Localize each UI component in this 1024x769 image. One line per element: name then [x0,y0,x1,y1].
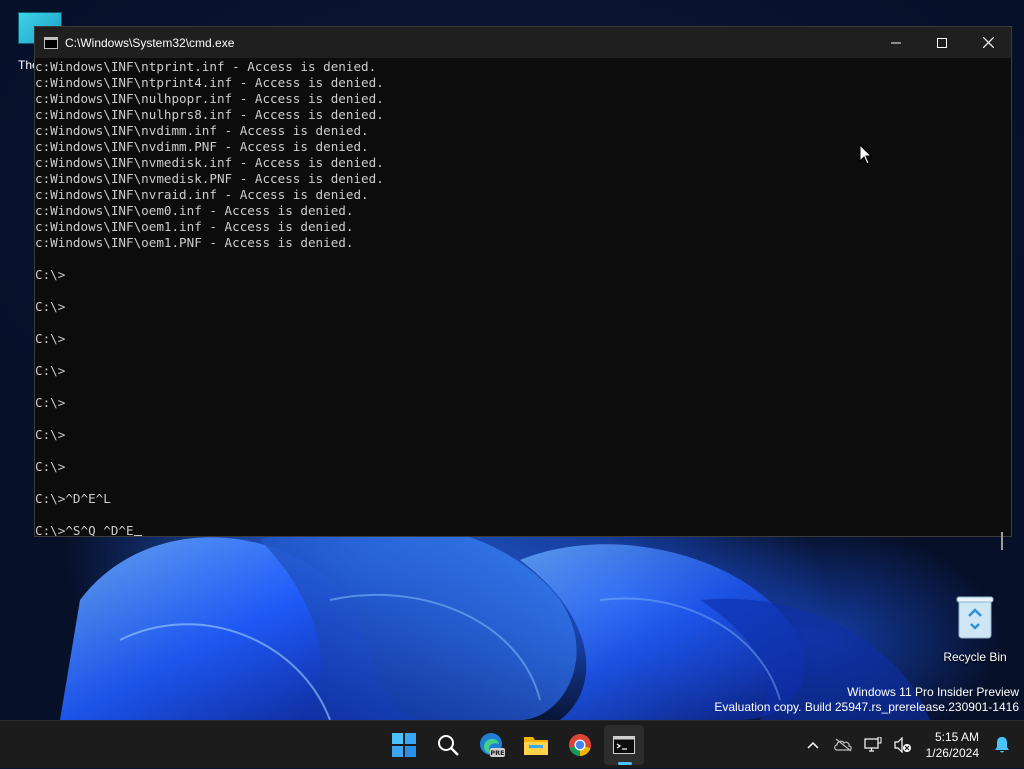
terminal-line: C:\> [35,363,66,378]
edge-pre-badge: PRE [490,749,504,757]
watermark-line-2: Evaluation copy. Build 25947.rs_prerelea… [714,700,1019,714]
windows-watermark: Windows 11 Pro Insider Preview Evaluatio… [714,685,1019,715]
terminal-scrollbar[interactable] [993,58,1011,550]
terminal-line: c:Windows\INF\nvdimm.inf - Access is den… [35,123,369,138]
terminal-input-line[interactable]: C:\>^S^Q ^D^E [35,523,993,536]
terminal-line: c:Windows\INF\nulhprs8.inf - Access is d… [35,107,384,122]
cmd-titlebar[interactable]: C:\Windows\System32\cmd.exe [35,27,1011,58]
cloud-offline-icon [833,738,852,752]
terminal-line: C:\> [35,267,66,282]
terminal-line: c:Windows\INF\oem1.PNF - Access is denie… [35,235,354,250]
taskbar-edge-pre[interactable]: PRE [470,721,514,769]
cmd-window[interactable]: C:\Windows\System32\cmd.exe c:Windows\IN… [34,26,1012,550]
recycle-bin-label: Recycle Bin [943,650,1007,664]
system-tray: 5:15 AM 1/26/2024 [798,721,1024,769]
terminal-line: c:Windows\INF\ntprint.inf - Access is de… [35,59,377,74]
chrome-icon [569,734,591,756]
close-icon [982,37,994,48]
recycle-bin[interactable]: Recycle Bin [940,594,1010,664]
terminal-line: C:\> [35,459,66,474]
terminal-line: c:Windows\INF\ntprint4.inf - Access is d… [35,75,384,90]
mouse-pointer-icon [859,144,873,165]
maximize-icon [937,37,947,48]
terminal-line: c:Windows\INF\nulhpopr.inf - Access is d… [35,91,384,106]
terminal-line: C:\> [35,427,66,442]
terminal-line: c:Windows\INF\nvmedisk.inf - Access is d… [35,155,384,170]
terminal-line: c:Windows\INF\oem1.inf - Access is denie… [35,219,354,234]
cmd-window-title: C:\Windows\System32\cmd.exe [65,35,235,50]
cmd-terminal-icon [613,736,635,754]
minimize-icon [891,42,901,43]
search-icon [438,735,459,756]
terminal-output[interactable]: c:Windows\INF\ntprint.inf - Access is de… [35,58,993,536]
edge-browser-icon: PRE [480,733,505,757]
terminal-line: C:\> [35,331,66,346]
taskbar-clock[interactable]: 5:15 AM 1/26/2024 [926,729,979,761]
onedrive-tray-button[interactable] [831,721,855,769]
network-tray-button[interactable] [861,721,885,769]
watermark-line-1: Windows 11 Pro Insider Preview [847,685,1019,699]
chevron-up-icon [807,741,819,749]
volume-tray-button[interactable] [891,721,915,769]
recycle-bin-icon [956,596,994,639]
taskbar: PRE 5:15 AM 1/26/2024 [0,720,1024,768]
taskbar-apps: PRE [382,721,646,769]
show-hidden-icons-button[interactable] [801,721,825,769]
terminal-line: c:Windows\INF\oem0.inf - Access is denie… [35,203,354,218]
scrollbar-thumb[interactable] [1001,532,1003,550]
taskbar-terminal[interactable] [602,721,646,769]
terminal-line: C:\>^D^E^L [35,491,111,506]
terminal-line: C:\> [35,395,66,410]
active-app-indicator [618,762,632,765]
maximize-button[interactable] [919,27,965,58]
windows-start-icon [392,733,416,757]
network-icon [864,737,882,752]
terminal-line: C:\> [35,299,66,314]
terminal-line: c:Windows\INF\nvdimm.PNF - Access is den… [35,139,369,154]
terminal-line: c:Windows\INF\nvmedisk.PNF - Access is d… [35,171,384,186]
taskbar-file-explorer[interactable] [514,721,558,769]
terminal-current-input: C:\>^S^Q ^D^E [35,523,134,536]
taskbar-search-button[interactable] [426,721,470,769]
terminal-line: c:Windows\INF\nvraid.inf - Access is den… [35,187,369,202]
clock-time: 5:15 AM [934,730,979,744]
file-explorer-icon [524,737,548,755]
bell-icon [995,737,1009,753]
start-button[interactable] [382,721,426,769]
close-button[interactable] [965,27,1011,58]
clock-date: 1/26/2024 [925,746,979,760]
minimize-button[interactable] [873,27,919,58]
cmd-app-icon[interactable] [44,36,58,49]
taskbar-chrome[interactable] [558,721,602,769]
volume-muted-icon [894,737,911,753]
text-cursor [133,535,142,536]
notifications-button[interactable] [990,721,1014,769]
